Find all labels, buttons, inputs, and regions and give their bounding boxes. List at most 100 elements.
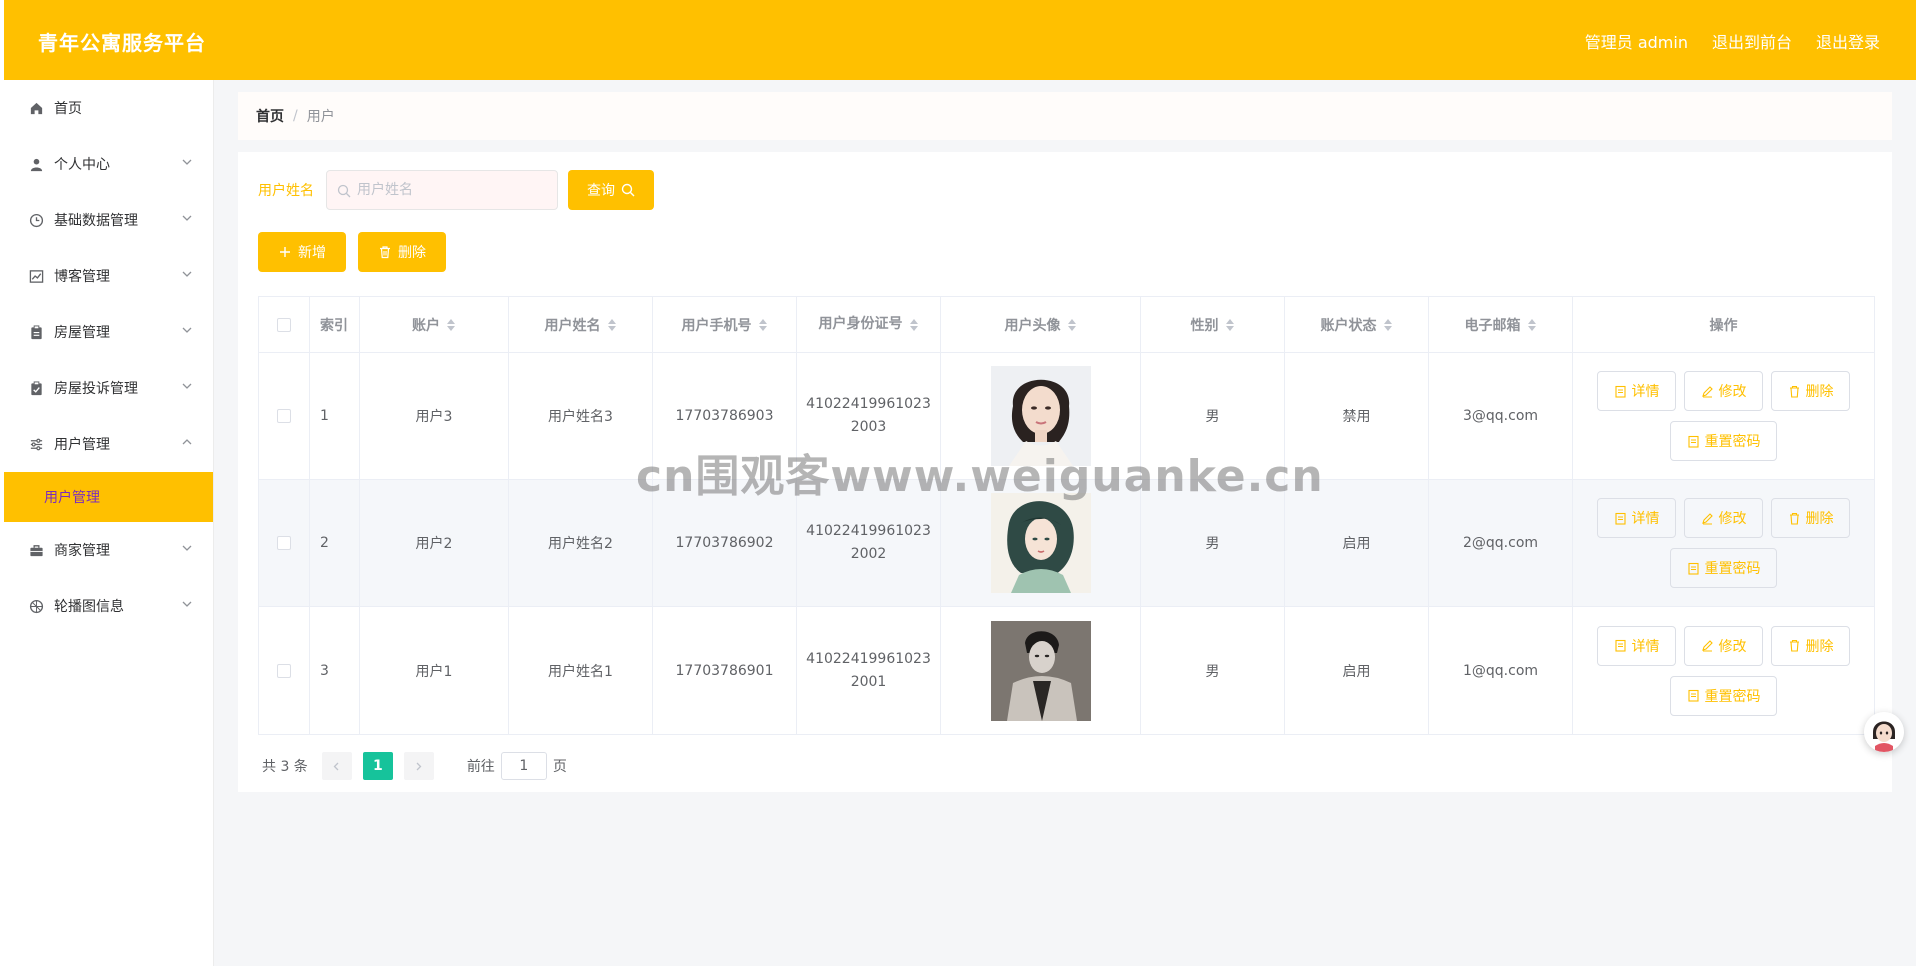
breadcrumb-current: 用户 [306,109,335,125]
search-input[interactable] [357,171,553,209]
sidebar-item-home[interactable]: 首页 [4,80,213,136]
delete-button[interactable]: 删除 [1771,371,1850,411]
sidebar-item-label: 基础数据管理 [54,213,138,229]
chevron-down-icon [181,212,193,224]
sidebar-item-house-complaint[interactable]: 房屋投诉管理 [4,360,213,416]
delete-button-label: 删除 [1805,511,1834,527]
detail-button[interactable]: 详情 [1597,625,1676,666]
delete-button-label: 删除 [1805,638,1834,655]
document-icon [1687,562,1699,575]
user-avatar-image[interactable] [990,620,1091,721]
main-content: 首页 / 用户 用户姓名 查询 新增 [214,80,1916,966]
sort-icon[interactable] [758,318,768,332]
table-row: 2 用户2 用户姓名2 17703786902 41022419961023 20… [259,480,1874,607]
sidebar: 首页 个人中心 基础数据管理 博客管理 房屋管理 房屋投诉管理 用户管理 用户管… [4,80,214,966]
column-header: 用户手机号 [681,317,752,334]
detail-button[interactable]: 详情 [1597,498,1676,538]
edit-button[interactable]: 修改 [1684,371,1763,411]
edit-button[interactable]: 修改 [1684,625,1763,666]
edit-icon [1701,385,1713,397]
sort-icon[interactable] [909,318,919,332]
header-cell[interactable]: 用户手机号 [653,297,797,352]
search-field [326,170,558,210]
sidebar-item-carousel[interactable]: 轮播图信息 [4,578,213,634]
column-header: 用户头像 [1004,317,1061,334]
header-cell[interactable]: 电子邮箱 [1429,297,1573,352]
chart-icon [28,268,44,284]
header-cell[interactable]: 用户头像 [941,297,1141,352]
edit-button-label: 修改 [1718,638,1747,655]
sidebar-item-blog[interactable]: 博客管理 [4,248,213,304]
row-checkbox[interactable] [277,536,291,550]
column-header: 电子邮箱 [1464,317,1521,334]
reset-password-label: 重置密码 [1704,561,1761,577]
next-page-button[interactable] [403,752,434,780]
bulk-delete-label: 删除 [398,245,426,261]
header-links: 管理员 admin 退出到前台 退出登录 [1585,29,1880,53]
user-avatar-image[interactable] [990,366,1091,466]
pagination: 共 3 条 1 前往 页 [262,752,567,780]
id-number-line: 41022419961023 [806,650,931,667]
table-row: 1 用户3 用户姓名3 17703786903 41022419961023 20… [259,353,1874,480]
sort-icon[interactable] [447,318,456,332]
column-header: 性别 [1190,317,1219,334]
edit-button[interactable]: 修改 [1684,498,1763,538]
delete-button[interactable]: 删除 [1771,625,1850,666]
exit-to-frontend-link[interactable]: 退出到前台 [1712,29,1792,53]
detail-button[interactable]: 详情 [1597,371,1676,411]
column-header: 账户 [412,317,440,334]
reset-password-button[interactable]: 重置密码 [1670,548,1777,588]
sort-icon[interactable] [607,318,617,332]
header-cell[interactable]: 用户身份证号 [797,297,941,352]
sort-icon[interactable] [1067,318,1077,332]
breadcrumb-home[interactable]: 首页 [256,106,284,126]
delete-button[interactable]: 删除 [1771,498,1850,538]
goto-prefix: 前往 [466,759,495,775]
table-cell: 用户姓名1 [509,607,653,734]
sort-icon[interactable] [1527,318,1537,332]
header-cell[interactable]: 用户姓名 [509,297,653,352]
logout-link[interactable]: 退出登录 [1816,29,1880,53]
reset-password-label: 重置密码 [1704,434,1761,450]
add-button[interactable]: 新增 [258,232,346,272]
sidebar-item-user-management[interactable]: 用户管理 [4,416,213,472]
admin-label[interactable]: 管理员 admin [1585,29,1688,53]
sidebar-item-merchant[interactable]: 商家管理 [4,522,213,578]
sort-icon[interactable] [1225,318,1235,332]
sidebar-item-house[interactable]: 房屋管理 [4,304,213,360]
sidebar-item-base-data[interactable]: 基础数据管理 [4,192,213,248]
table-row: 3 用户1 用户姓名1 17703786901 41022419961023 20… [259,607,1874,734]
page-number-button[interactable]: 1 [362,752,393,780]
sort-icon[interactable] [1383,318,1393,332]
table-cell: 用户1 [360,607,509,734]
row-checkbox[interactable] [277,663,291,678]
bulk-delete-button[interactable]: 删除 [358,232,446,272]
chevron-down-icon [181,380,193,392]
floating-assistant-avatar[interactable] [1864,712,1904,752]
table-cell: 17703786902 [653,480,797,606]
edit-icon [1701,512,1713,524]
header-cell[interactable]: 账户状态 [1285,297,1429,352]
column-header: 用户姓名 [544,317,601,334]
query-button[interactable]: 查询 [568,170,654,210]
briefcase-icon [28,542,44,558]
sidebar-subitem-user-management[interactable]: 用户管理 [4,472,213,522]
header-cell[interactable]: 账户 [360,297,509,352]
goto-suffix: 页 [552,759,567,775]
row-checkbox[interactable] [277,409,291,423]
user-avatar-image[interactable] [990,493,1091,593]
prev-page-button[interactable] [321,752,352,780]
select-all-checkbox[interactable] [277,317,291,332]
reset-password-button[interactable]: 重置密码 [1670,675,1777,716]
detail-button-label: 详情 [1631,384,1660,400]
id-number-line: 41022419961023 [806,396,931,412]
reset-password-button[interactable]: 重置密码 [1670,421,1777,461]
sidebar-item-label: 轮播图信息 [54,599,124,615]
clipboard-check-icon [28,380,44,396]
table-cell: 男 [1141,480,1285,606]
goto-page-input[interactable] [500,752,547,780]
sidebar-item-personal-center[interactable]: 个人中心 [4,136,213,192]
sidebar-item-label: 商家管理 [54,543,110,559]
table-cell [941,480,1141,606]
header-cell[interactable]: 性别 [1141,297,1285,352]
